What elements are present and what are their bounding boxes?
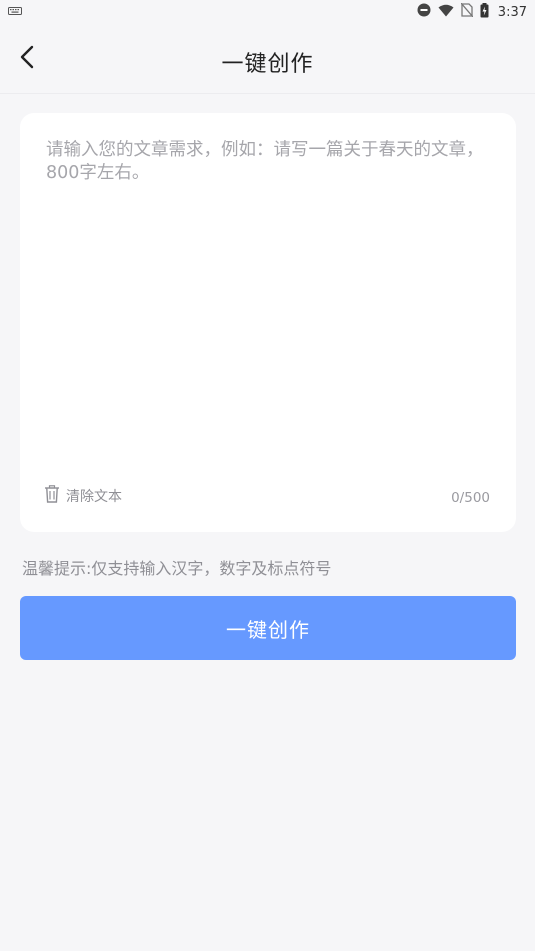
char-counter: 0/500: [451, 490, 490, 506]
trash-icon: [44, 485, 60, 507]
editor-card: 清除文本 0/500: [20, 113, 516, 532]
wifi-icon: [438, 4, 454, 21]
do-not-disturb-icon: [417, 3, 431, 21]
status-right: 3:37: [417, 2, 527, 22]
input-tip: 温馨提示:仅支持输入汉字，数字及标点符号: [22, 559, 332, 578]
clear-text-button[interactable]: 清除文本: [44, 485, 122, 507]
page-title: 一键创作: [221, 52, 314, 77]
status-bar: 3:37: [0, 0, 535, 24]
app-bar: 一键创作: [0, 24, 535, 94]
battery-charging-icon: [480, 2, 489, 22]
status-left: [8, 5, 22, 20]
one-click-create-button[interactable]: 一键创作: [20, 596, 516, 660]
clear-text-label: 清除文本: [66, 489, 122, 505]
article-request-input[interactable]: [46, 139, 486, 459]
no-sim-icon: [460, 2, 474, 21]
create-button-label: 一键创作: [226, 617, 310, 642]
keyboard-icon: [8, 5, 22, 20]
status-time: 3:37: [497, 4, 527, 20]
